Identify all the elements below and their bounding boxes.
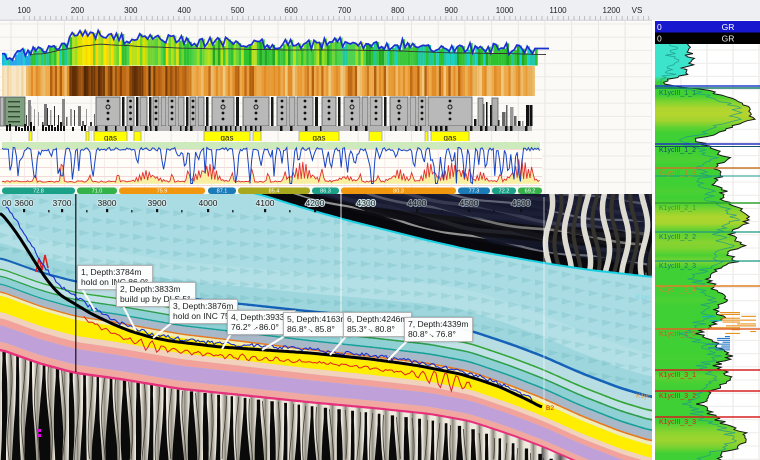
svg-text:4000: 4000 [199,198,218,208]
svg-text:4100: 4100 [256,198,275,208]
svg-text:K1ycIII_1_3: K1ycIII_1_3 [659,170,696,177]
svg-text:0: 0 [657,22,662,32]
svg-text:100: 100 [17,6,31,15]
svg-text:K1ycIII_2_5: K1ycIII_2_5 [659,331,696,338]
svg-text:0: 0 [657,34,662,44]
svg-text:4300: 4300 [357,198,376,208]
svg-text:K1ycIII_2_2: K1ycIII_2_2 [659,234,696,241]
svg-text:400: 400 [178,6,192,15]
svg-text:800: 800 [391,6,405,15]
svg-text:K1ycIII_2_3: K1ycIII_2_3 [659,263,696,270]
svg-text:4400: 4400 [408,198,427,208]
svg-text:900: 900 [445,6,459,15]
svg-text:700: 700 [338,6,352,15]
svg-text:1100: 1100 [549,6,567,15]
svg-text:K1yc: K1yc [636,393,651,400]
svg-text:1000: 1000 [496,6,514,15]
svg-text:300: 300 [124,6,138,15]
svg-text:3900: 3900 [148,198,167,208]
svg-text:500: 500 [231,6,245,15]
svg-text:K1ycIII_3_1: K1ycIII_3_1 [659,372,696,379]
svg-text:1200: 1200 [603,6,621,15]
svg-text:K1ycIII_3_2: K1ycIII_3_2 [659,393,696,400]
svg-text:VS: VS [632,6,643,15]
svg-text:K1ycIII_1_1: K1ycIII_1_1 [659,90,696,97]
svg-text:600: 600 [284,6,298,15]
svg-text:4600: 4600 [512,198,531,208]
svg-text:K1ycIII_3_3: K1ycIII_3_3 [659,419,696,426]
svg-text:4200: 4200 [306,198,325,208]
svg-text:K1ycIII_2_4: K1ycIII_2_4 [659,287,696,294]
svg-text:3600: 3600 [15,198,34,208]
svg-text:K1ycIII_2_1: K1ycIII_2_1 [659,205,696,212]
svg-text:GR: GR [722,34,735,44]
svg-text:200: 200 [71,6,85,15]
svg-text:GR: GR [722,22,735,32]
svg-text:B2: B2 [546,405,554,412]
svg-text:3800: 3800 [98,198,117,208]
svg-text:K1ycIII_1_2: K1ycIII_1_2 [659,147,696,154]
svg-text:3700: 3700 [53,198,72,208]
svg-text:00: 00 [2,198,12,208]
svg-text:K1yc: K1yc [636,294,651,301]
svg-text:4500: 4500 [460,198,479,208]
